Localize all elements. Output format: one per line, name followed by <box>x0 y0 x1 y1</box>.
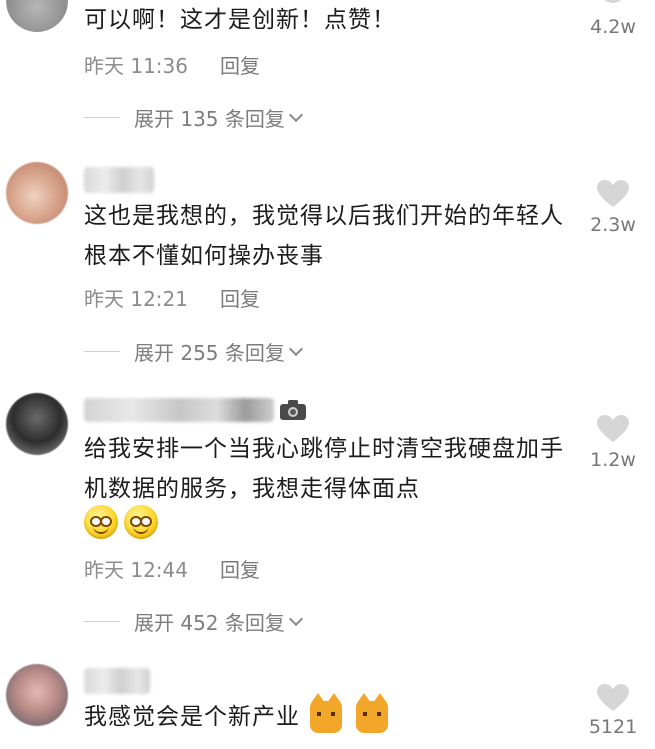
heart-icon <box>597 415 629 442</box>
expand-replies-button[interactable]: 展开 135 条回复 <box>84 103 303 132</box>
like-count: 1.2w <box>590 449 636 471</box>
avatar[interactable] <box>6 162 68 224</box>
divider-line <box>84 117 120 118</box>
like-button[interactable]: 2.3w <box>578 180 648 236</box>
comment-time: 昨天 11:36 <box>84 54 188 78</box>
chevron-down-icon <box>288 341 303 356</box>
username-blurred <box>84 398 274 422</box>
divider-line <box>84 351 120 352</box>
comment-text: 我感觉会是个新产业 <box>84 704 300 730</box>
comment-text-row: 我感觉会是个新产业 <box>84 693 388 737</box>
heart-icon <box>597 180 629 207</box>
reply-button[interactable]: 回复 <box>220 54 260 78</box>
cat-emoji-icon <box>310 693 342 733</box>
chevron-down-icon <box>288 107 303 122</box>
reply-button[interactable]: 回复 <box>220 558 260 582</box>
cat-emoji-icon <box>356 693 388 733</box>
comment-time: 昨天 12:44 <box>84 558 188 582</box>
expand-replies-label: 展开 135 条回复 <box>134 107 285 131</box>
like-button[interactable]: 4.2w <box>578 0 648 38</box>
username-row <box>84 397 306 423</box>
avatar[interactable] <box>6 393 68 455</box>
divider-line <box>84 621 120 622</box>
username-blurred <box>84 668 150 694</box>
comment-text: 这也是我想的，我觉得以后我们开始的年轻人根本不懂如何操办丧事 <box>84 203 564 269</box>
comment-time: 昨天 12:21 <box>84 287 188 311</box>
like-button[interactable]: 1.2w <box>578 415 648 471</box>
like-count: 4.2w <box>590 16 636 38</box>
grin-emoji-icon <box>84 505 118 539</box>
comment-meta: 昨天 12:44 回复 <box>84 554 260 583</box>
expand-replies-label: 展开 255 条回复 <box>134 341 285 365</box>
like-count: 2.3w <box>590 214 636 236</box>
like-count: 5121 <box>588 716 638 738</box>
comment-meta: 昨天 11:36 回复 <box>84 50 260 79</box>
chevron-down-icon <box>288 611 303 626</box>
camera-icon <box>280 400 306 420</box>
expand-replies-label: 展开 452 条回复 <box>134 611 285 635</box>
comment-text: 可以啊！这才是创新！点赞！ <box>84 7 396 33</box>
expand-replies-button[interactable]: 展开 452 条回复 <box>84 607 303 636</box>
emoji-row <box>84 505 164 539</box>
heart-icon <box>597 684 629 711</box>
grin-emoji-icon <box>124 505 158 539</box>
comment-text: 给我安排一个当我心跳停止时清空我硬盘加手机数据的服务，我想走得体面点 <box>84 436 564 502</box>
like-button[interactable]: 5121 <box>578 684 648 738</box>
reply-button[interactable]: 回复 <box>220 287 260 311</box>
avatar[interactable] <box>6 664 68 726</box>
username-blurred <box>84 167 154 193</box>
heart-icon <box>604 0 622 3</box>
avatar[interactable] <box>6 0 68 32</box>
comment-meta: 昨天 12:21 回复 <box>84 283 260 312</box>
expand-replies-button[interactable]: 展开 255 条回复 <box>84 337 303 366</box>
